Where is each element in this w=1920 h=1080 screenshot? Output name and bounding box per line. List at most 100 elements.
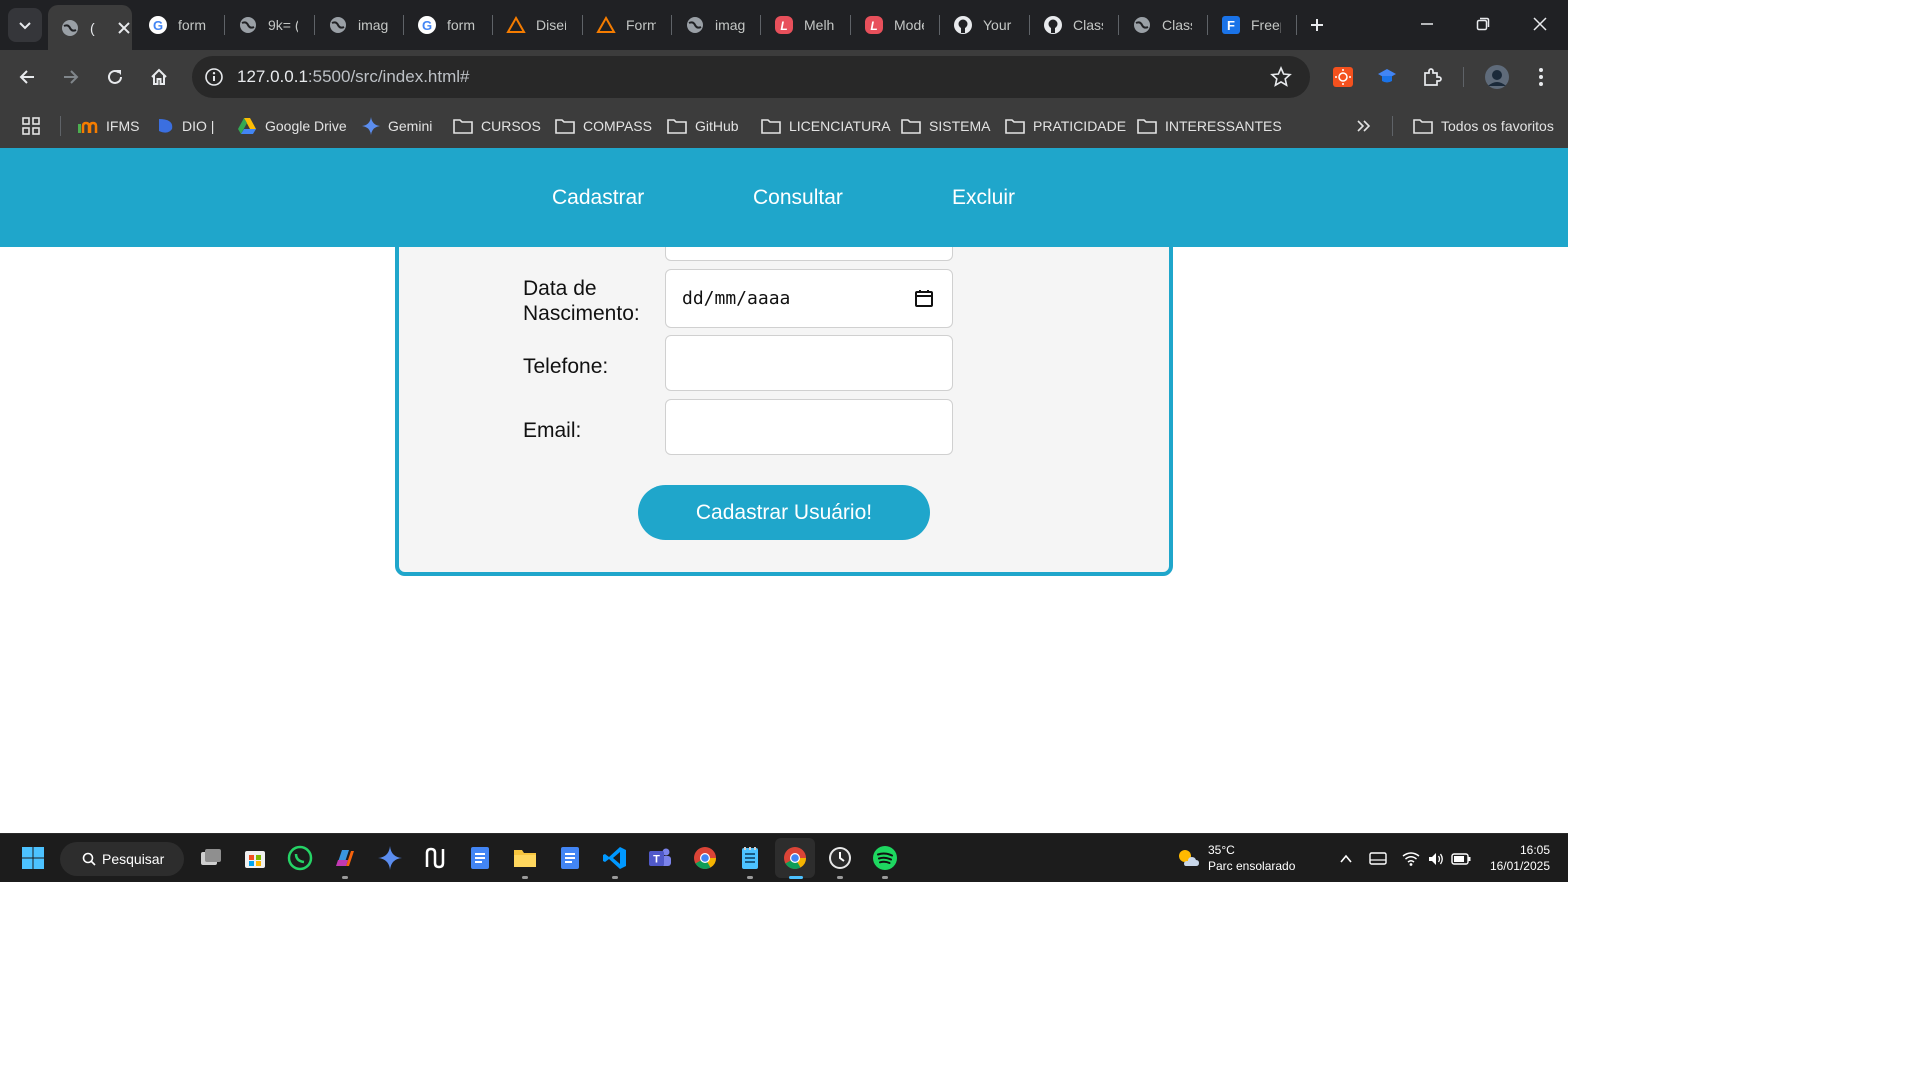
tab-search-button[interactable]: [8, 8, 42, 42]
tab-active[interactable]: (: [48, 5, 132, 50]
reload-button[interactable]: [99, 61, 131, 93]
system-clock[interactable]: 16:05 16/01/2025: [1490, 842, 1550, 874]
file-explorer-app[interactable]: [510, 843, 540, 879]
tab[interactable]: Form: [584, 5, 664, 44]
tray-overflow-button[interactable]: [1335, 848, 1357, 870]
f-icon: F: [1221, 15, 1241, 35]
tab-title: (: [90, 19, 95, 36]
minimize-button[interactable]: [1399, 0, 1455, 48]
tab[interactable]: Your: [941, 5, 1021, 44]
bookmark-label: Todos os favoritos: [1441, 118, 1554, 134]
nav-link-cadastrar[interactable]: Cadastrar: [552, 186, 644, 210]
bookmark-folder-cursos[interactable]: CURSOS: [453, 114, 541, 138]
tab[interactable]: Classi: [1120, 5, 1200, 44]
tab[interactable]: imag: [673, 5, 753, 44]
nav-link-excluir[interactable]: Excluir: [952, 186, 1015, 210]
register-user-button[interactable]: Cadastrar Usuário!: [638, 485, 930, 540]
copilot-app[interactable]: [330, 843, 360, 879]
bookmark-ifms[interactable]: IFMS: [76, 114, 139, 138]
gemini-app[interactable]: [375, 843, 405, 873]
bookmark-star-icon[interactable]: [1270, 66, 1292, 88]
tab[interactable]: Classi: [1031, 5, 1111, 44]
tab[interactable]: F Freep: [1209, 5, 1289, 44]
weather-widget[interactable]: 35°C Parc ensolarado: [1176, 842, 1295, 874]
globe-icon: [328, 15, 348, 35]
tab[interactable]: G form: [405, 5, 485, 44]
birth-date-input[interactable]: dd/mm/aaaa: [665, 269, 953, 328]
folder-icon: [453, 119, 473, 134]
toolbar-separator: [1463, 67, 1464, 87]
tab[interactable]: L Mode: [852, 5, 932, 44]
notepad-icon: [742, 847, 758, 869]
tray-volume-button[interactable]: [1425, 848, 1447, 870]
notion-app[interactable]: [420, 843, 450, 873]
teams-app[interactable]: T: [645, 843, 675, 873]
new-tab-button[interactable]: [1304, 12, 1330, 38]
phone-input[interactable]: [665, 335, 953, 391]
github-icon: [953, 15, 973, 35]
bookmark-label: Google Drive: [265, 118, 347, 134]
calendar-icon[interactable]: [914, 288, 934, 308]
bookmarks-bar: IFMS DIO | Google Drive Gemini CURSOS CO…: [0, 104, 1568, 148]
tab[interactable]: Diseñ: [494, 5, 574, 44]
bookmark-folder-compass[interactable]: COMPASS: [555, 114, 652, 138]
bookmark-folder-sistema[interactable]: SISTEMA: [901, 114, 990, 138]
tab[interactable]: L Melh: [762, 5, 842, 44]
tab-separator: [939, 15, 940, 35]
bookmark-folder-praticidade[interactable]: PRATICIDADE: [1005, 114, 1126, 138]
bookmark-google-drive[interactable]: Google Drive: [237, 114, 347, 138]
tab-title: Freep: [1251, 16, 1281, 33]
plus-icon: [1311, 19, 1323, 31]
spotify-app[interactable]: [870, 843, 900, 879]
clock-app[interactable]: [825, 843, 855, 879]
url-text[interactable]: 127.0.0.1:5500/src/index.html#: [237, 67, 470, 87]
extensions-puzzle-icon[interactable]: [1418, 63, 1446, 91]
chrome-app[interactable]: [690, 843, 720, 873]
tab[interactable]: imag: [316, 5, 396, 44]
email-input[interactable]: [665, 399, 953, 455]
start-button[interactable]: [18, 843, 48, 873]
tray-display-button[interactable]: [1367, 848, 1389, 870]
forward-button[interactable]: [55, 61, 87, 93]
arrow-left-icon: [19, 70, 34, 84]
back-button[interactable]: [11, 61, 43, 93]
vscode-app[interactable]: [600, 843, 630, 879]
bookmark-label: PRATICIDADE: [1033, 118, 1127, 134]
extension-sun-icon[interactable]: [1329, 63, 1357, 91]
bookmarks-overflow-button[interactable]: [1355, 114, 1371, 138]
bookmark-folder-github[interactable]: GitHub: [667, 114, 739, 138]
bookmark-gemini[interactable]: Gemini: [362, 114, 432, 138]
taskbar-search[interactable]: Pesquisar: [60, 842, 184, 876]
tab-title: form: [178, 16, 206, 33]
home-button[interactable]: [143, 61, 175, 93]
restore-button[interactable]: [1455, 0, 1511, 48]
tab[interactable]: G form: [136, 5, 216, 44]
whatsapp-app[interactable]: [285, 843, 315, 873]
bookmark-folder-licenciatura[interactable]: LICENCIATURA: [761, 114, 891, 138]
close-window-button[interactable]: [1512, 0, 1568, 48]
bookmark-dio[interactable]: DIO |: [156, 114, 214, 138]
browser-menu-button[interactable]: [1527, 63, 1555, 91]
bookmark-folder-interessantes[interactable]: INTERESSANTES: [1137, 114, 1282, 138]
address-bar[interactable]: 127.0.0.1:5500/src/index.html#: [192, 56, 1310, 98]
tab-title: imag: [715, 16, 745, 33]
store-app[interactable]: [240, 843, 270, 873]
close-icon[interactable]: [116, 20, 132, 36]
site-navbar: Cadastrar Consultar Excluir: [0, 148, 1568, 247]
tray-battery-button[interactable]: [1450, 848, 1472, 870]
drive-icon: [238, 118, 256, 134]
battery-icon: [1451, 853, 1471, 865]
tab[interactable]: 9k= (: [226, 5, 306, 44]
docs-app-2[interactable]: [555, 843, 585, 873]
nav-link-consultar[interactable]: Consultar: [753, 186, 843, 210]
apps-button[interactable]: [21, 114, 41, 138]
profile-avatar[interactable]: [1483, 63, 1511, 91]
tray-wifi-button[interactable]: [1400, 848, 1422, 870]
site-info-icon[interactable]: [202, 65, 226, 89]
notepad-app[interactable]: [735, 843, 765, 879]
all-bookmarks-folder[interactable]: Todos os favoritos: [1413, 114, 1554, 138]
task-view-app[interactable]: [196, 843, 226, 873]
chrome-app-active[interactable]: [775, 838, 815, 879]
docs-app[interactable]: [465, 843, 495, 873]
extension-graduation-icon[interactable]: [1373, 63, 1401, 91]
